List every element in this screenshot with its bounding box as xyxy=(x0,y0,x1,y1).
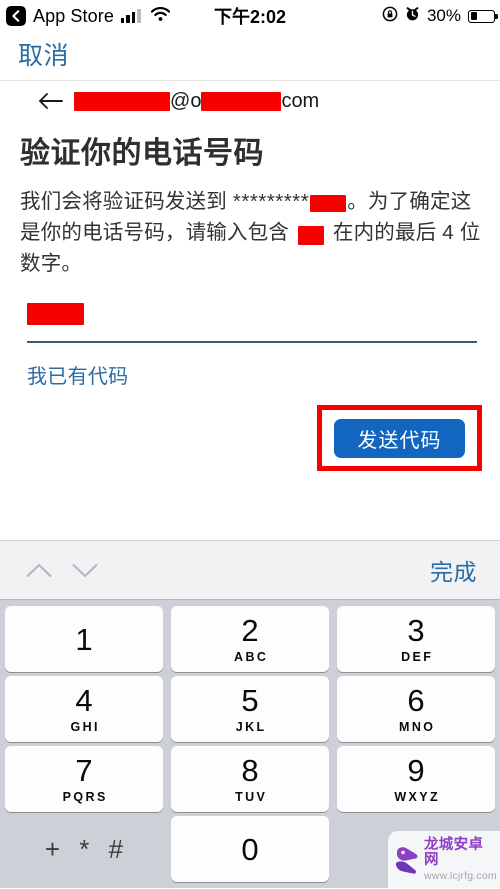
phone-screen: App Store 下午2:02 30% 取消 @ o com 验证你的电话号码… xyxy=(0,0,500,889)
key-5[interactable]: 5 JKL xyxy=(171,676,329,742)
cellular-signal-icon xyxy=(120,9,141,23)
account-email: @ o com xyxy=(74,90,319,113)
key-2[interactable]: 2 ABC xyxy=(171,606,329,672)
key-letters-label: DEF xyxy=(401,649,434,664)
key-digit-label: 2 xyxy=(241,612,259,648)
key-symbols-label: + * # xyxy=(44,833,130,864)
description-part-1: 我们会将验证码发送到 xyxy=(20,190,233,213)
keypad-row: 7 PQRS 8 TUV 9 WXYZ xyxy=(5,746,495,812)
key-digit-label: 4 xyxy=(75,682,93,718)
key-letters-label: GHI xyxy=(70,719,100,734)
battery-icon xyxy=(468,9,498,23)
key-spacer xyxy=(337,816,495,882)
key-0[interactable]: 0 xyxy=(171,816,329,882)
keyboard-done-button[interactable]: 完成 xyxy=(430,553,477,587)
page-description: 我们会将验证码发送到 ********* 。为了确定这是你的电话号码，请输入包含 … xyxy=(20,186,482,279)
status-bar: App Store 下午2:02 30% xyxy=(0,0,500,32)
battery-percent-label: 30% xyxy=(426,6,461,25)
chevron-left-icon[interactable] xyxy=(6,6,26,26)
email-at-symbol: @ xyxy=(170,89,191,112)
key-letters-label: PQRS xyxy=(62,789,108,804)
input-underline xyxy=(27,341,477,343)
keypad-row: + * # 0 xyxy=(5,816,495,882)
key-8[interactable]: 8 TUV xyxy=(171,746,329,812)
status-bar-left: App Store xyxy=(0,6,171,27)
cancel-button[interactable]: 取消 xyxy=(18,36,69,72)
key-digit-label: 9 xyxy=(407,752,425,788)
email-domain-first-char: o xyxy=(190,89,202,112)
send-code-button[interactable]: 发送代码 xyxy=(334,419,465,458)
chevron-up-icon[interactable] xyxy=(16,547,62,593)
email-domain-suffix: com xyxy=(281,89,320,112)
phone-digits-input[interactable] xyxy=(27,296,477,340)
key-letters-label: ABC xyxy=(234,649,269,664)
key-digit-label: 7 xyxy=(75,752,93,788)
key-6[interactable]: 6 MNO xyxy=(337,676,495,742)
rotation-lock-icon xyxy=(382,6,398,27)
redaction-digit-hint xyxy=(298,225,324,245)
arrow-left-icon[interactable] xyxy=(38,90,64,112)
key-letters-label: TUV xyxy=(235,789,268,804)
phone-mask: ********* xyxy=(232,190,310,213)
key-letters-label: MNO xyxy=(399,719,436,734)
page-title: 验证你的电话号码 xyxy=(20,137,264,170)
have-code-link[interactable]: 我已有代码 xyxy=(27,360,129,389)
key-letters-label: JKL xyxy=(235,719,267,734)
key-digit-label: 5 xyxy=(241,682,259,718)
key-7[interactable]: 7 PQRS xyxy=(5,746,163,812)
key-symbols[interactable]: + * # xyxy=(5,816,163,882)
key-digit-label: 0 xyxy=(241,831,259,867)
alarm-clock-icon xyxy=(405,6,420,27)
key-digit-label: 1 xyxy=(75,621,93,657)
key-9[interactable]: 9 WXYZ xyxy=(337,746,495,812)
redaction-phone-tail xyxy=(310,195,347,213)
status-bar-right: 30% xyxy=(382,6,500,27)
key-digit-label: 8 xyxy=(241,752,259,788)
keypad-row: 4 GHI 5 JKL 6 MNO xyxy=(5,676,495,742)
key-3[interactable]: 3 DEF xyxy=(337,606,495,672)
key-4[interactable]: 4 GHI xyxy=(5,676,163,742)
wifi-icon xyxy=(150,6,171,26)
redaction-email-user xyxy=(74,91,170,111)
keyboard-toolbar: 完成 xyxy=(0,540,500,600)
redaction-email-domain xyxy=(201,91,282,111)
keypad: 1 2 ABC 3 DEF 4 GHI 5 JKL 6 MNO 7 PQRS 8 TUV 9 WXYZ + * #… xyxy=(0,600,500,888)
numeric-keyboard: 完成 1 2 ABC 3 DEF 4 GHI 5 JKL 6 MNO 7 PQRS 8 TUV 9 WXYZ + … xyxy=(0,540,500,889)
account-row: @ o com xyxy=(0,84,500,118)
nav-divider xyxy=(0,80,500,81)
keypad-row: 1 2 ABC 3 DEF xyxy=(5,606,495,672)
nav-bar: 取消 xyxy=(0,36,500,80)
key-digit-label: 6 xyxy=(407,682,425,718)
key-digit-label: 3 xyxy=(407,612,425,648)
status-bar-back-label[interactable]: App Store xyxy=(33,6,114,27)
key-1[interactable]: 1 xyxy=(5,606,163,672)
phone-digits-field-wrap xyxy=(27,296,477,344)
chevron-down-icon[interactable] xyxy=(62,547,108,593)
key-letters-label: WXYZ xyxy=(394,789,441,804)
